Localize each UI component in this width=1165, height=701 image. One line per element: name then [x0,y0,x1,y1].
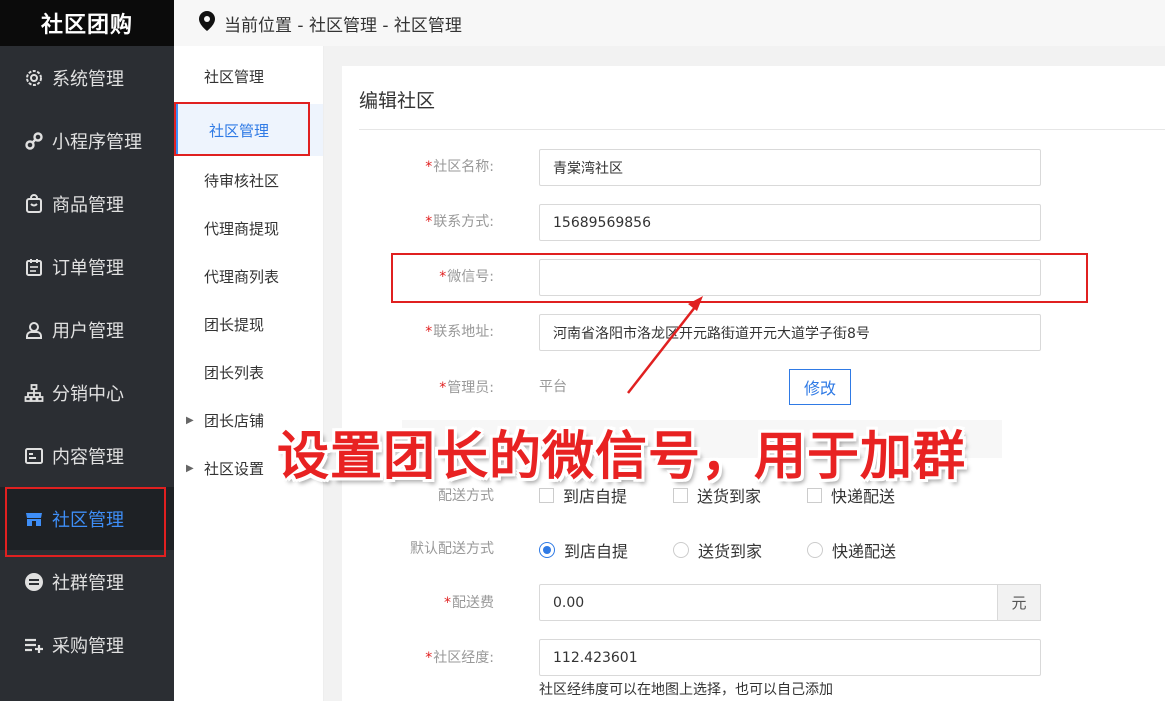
submenu-item-agent-list[interactable]: 代理商列表 [174,252,323,300]
sidebar-item-label: 社群管理 [52,572,124,594]
edit-community-panel: 编辑社区 *社区名称: 青棠湾社区 *联系方式: 15689569856 *微信… [342,66,1165,701]
sidebar-item-distribution[interactable]: 分销中心 [0,361,174,424]
gear-icon [24,68,44,88]
default-delivery-home[interactable]: 送货到家 [673,538,762,562]
radio[interactable] [807,542,823,558]
required-mark: * [425,214,433,230]
longitude-input[interactable]: 112.423601 [539,639,1041,676]
delivery-fee-input[interactable]: 0.00 [539,584,999,621]
checkbox[interactable] [807,487,822,503]
app-logo: 社区团购 [0,0,174,46]
field-label: *联系地址: [425,324,494,340]
submenu-item-agent-withdraw[interactable]: 代理商提现 [174,204,323,252]
location-pin-icon [198,10,216,37]
sidebar: 社区团购 系统管理 小程序管理 商品管理 订单管理 用户管理 分销中心 内容管理… [0,0,174,701]
sidebar-item-content[interactable]: 内容管理 [0,424,174,487]
submenu-item-label: 团长提现 [204,315,265,334]
sidebar-item-groups[interactable]: 社群管理 [0,550,174,613]
default-delivery-pickup[interactable]: 到店自提 [539,538,628,562]
user-icon [24,320,44,340]
sidebar-item-system[interactable]: 系统管理 [0,46,174,109]
submenu-item-label: 团长列表 [204,363,265,382]
submenu-item-label: 社区管理 [204,67,265,86]
phone-input[interactable]: 15689569856 [539,204,1041,241]
bag-icon [24,193,44,214]
sidebar-item-users[interactable]: 用户管理 [0,298,174,361]
field-label: *管理员: [439,380,494,396]
checkbox[interactable] [539,487,554,503]
default-delivery-express[interactable]: 快递配送 [807,538,896,562]
sub-menu: 社区管理 社区管理 待审核社区 代理商提现 代理商列表 团长提现 团长列表 ▶ … [174,46,324,701]
calendar-icon [24,257,44,277]
sidebar-item-label: 小程序管理 [52,131,142,153]
submenu-item-label: 代理商提现 [204,219,280,238]
submenu-item-leader-list[interactable]: 团长列表 [174,348,323,396]
highlight-box-wechat [391,253,1088,303]
caret-right-icon: ▶ [186,414,194,426]
sidebar-item-purchase[interactable]: 采购管理 [0,613,174,676]
sidebar-item-label: 分销中心 [52,383,124,405]
address-input[interactable]: 河南省洛阳市洛龙区开元路街道开元大道学子街8号 [539,314,1041,351]
add-list-icon [24,635,44,655]
community-name-input[interactable]: 青棠湾社区 [539,149,1041,186]
sidebar-item-label: 订单管理 [52,257,124,279]
checkbox[interactable] [673,487,688,503]
page-title: 编辑社区 [359,90,436,112]
sidebar-item-community[interactable]: 社区管理 [0,487,174,557]
radio-selected[interactable] [539,542,555,558]
field-label: *社区名称: [425,159,494,175]
coordinate-hint: 社区经纬度可以在地图上选择，也可以自己添加 [539,682,833,698]
group-icon [24,572,44,592]
sidebar-item-label: 商品管理 [52,194,124,216]
divider [359,129,1165,130]
sidebar-item-orders[interactable]: 订单管理 [0,235,174,298]
currency-addon: 元 [997,584,1041,621]
sidebar-item-miniprogram[interactable]: 小程序管理 [0,109,174,172]
modify-admin-button[interactable]: 修改 [789,369,851,405]
field-label: 默认配送方式 [410,541,494,557]
submenu-item-leader-withdraw[interactable]: 团长提现 [174,300,323,348]
required-mark: * [425,324,433,340]
submenu-item-pending-review[interactable]: 待审核社区 [174,156,323,204]
highlight-box [5,487,166,557]
document-icon [24,446,44,466]
submenu-item-community-header[interactable]: 社区管理 [174,52,323,100]
submenu-item-label: 团长店铺 [204,411,265,430]
field-label: *配送费 [444,595,494,611]
sidebar-item-label: 系统管理 [52,68,124,90]
radio[interactable] [673,542,689,558]
field-label: *联系方式: [425,214,494,230]
submenu-item-label: 待审核社区 [204,171,280,190]
link-icon [24,131,44,151]
required-mark: * [439,380,447,396]
sidebar-item-label: 用户管理 [52,320,124,342]
sidebar-item-label: 采购管理 [52,635,124,657]
breadcrumb: 当前位置 - 社区管理 - 社区管理 [224,15,462,36]
caret-right-icon: ▶ [186,462,194,474]
submenu-item-label: 代理商列表 [204,267,280,286]
field-label: *社区经度: [425,650,494,666]
sidebar-item-label: 内容管理 [52,446,124,468]
required-mark: * [444,595,451,611]
highlight-box [174,102,310,156]
admin-value: 平台 [539,379,567,395]
submenu-item-label: 社区设置 [204,459,265,478]
org-chart-icon [24,383,44,403]
required-mark: * [425,159,433,175]
annotation-text: 设置团长的微信号，用于加群 [277,427,967,487]
required-mark: * [425,650,433,666]
sidebar-item-goods[interactable]: 商品管理 [0,172,174,235]
top-bar: 当前位置 - 社区管理 - 社区管理 [174,0,1165,46]
